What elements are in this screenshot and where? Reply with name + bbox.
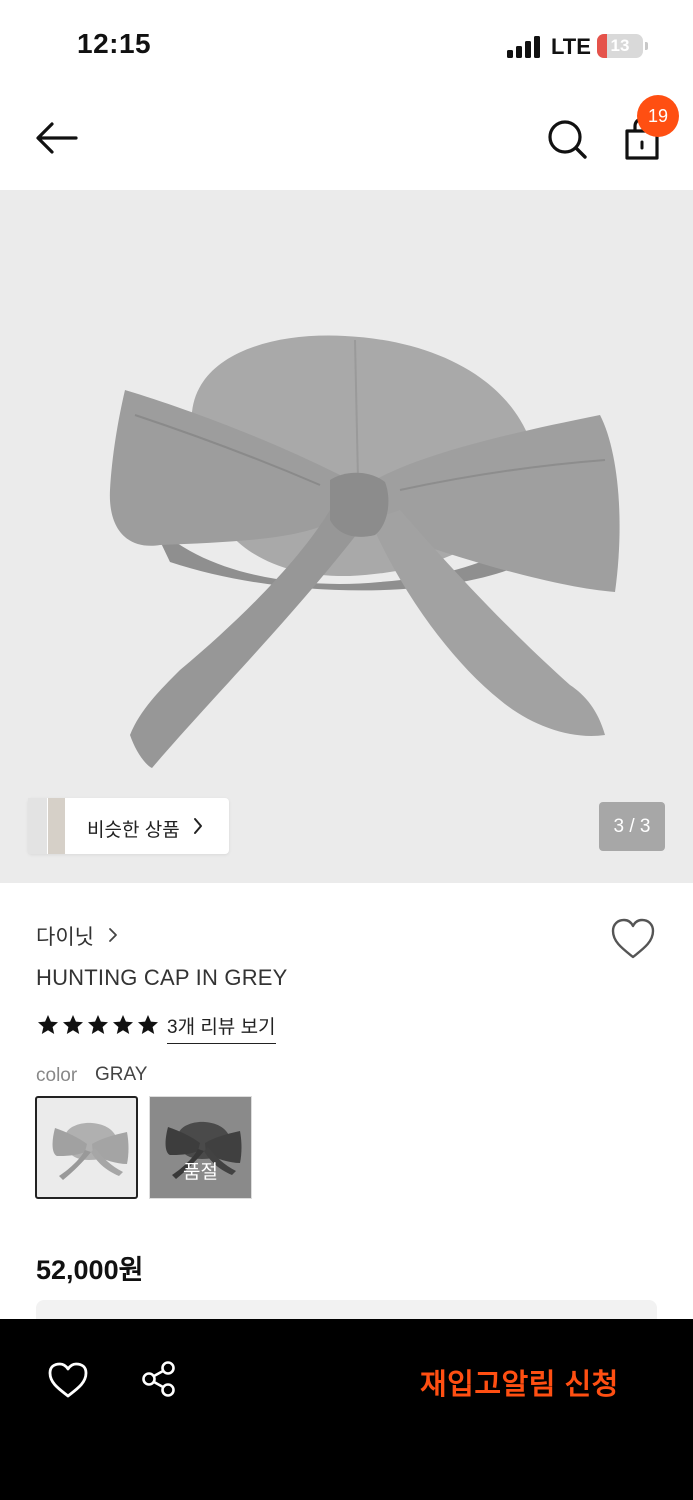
heart-outline-icon (611, 918, 655, 959)
star-icon (88, 1015, 108, 1034)
restock-alert-button[interactable]: 재입고알림 신청 (420, 1361, 619, 1403)
battery-level: 13 (610, 36, 630, 55)
star-icon (113, 1015, 133, 1034)
swatch-image (52, 1122, 129, 1180)
battery-tip (645, 42, 648, 50)
color-swatch-soldout[interactable]: 품절 (149, 1096, 252, 1199)
top-nav (0, 90, 693, 190)
cart-count-badge: 19 (637, 95, 679, 137)
heart-outline-icon (48, 1362, 88, 1398)
chevron-right-icon (109, 928, 117, 942)
sold-out-label: 품절 (183, 1162, 218, 1183)
color-swatch-gray[interactable] (35, 1096, 138, 1199)
view-reviews-link[interactable]: 3개 리뷰 보기 (167, 1012, 276, 1044)
bottom-wishlist-button[interactable] (47, 1361, 89, 1399)
star-icon (63, 1015, 83, 1034)
back-button[interactable] (30, 112, 84, 166)
share-icon (142, 1361, 175, 1397)
star-icon (38, 1015, 58, 1034)
product-price: 52,000원 (36, 1255, 144, 1285)
similar-thumb (28, 798, 48, 854)
battery-icon: 13 (597, 34, 643, 58)
search-button[interactable] (540, 112, 594, 166)
star-rating (36, 1013, 161, 1037)
similar-products-label: 비슷한 상품 (87, 820, 180, 841)
similar-thumb (48, 798, 65, 854)
star-icon (138, 1015, 158, 1034)
search-icon (548, 120, 587, 159)
status-bar: 12:15 LTE 13 (0, 0, 693, 90)
image-page-counter: 3 / 3 (599, 802, 665, 851)
brand-link[interactable]: 다이닛 (36, 921, 94, 951)
status-time: 12:15 (77, 28, 152, 59)
bottom-action-bar: 재입고알림 신청 (0, 1319, 693, 1500)
chevron-right-icon (194, 818, 202, 834)
signal-icon (507, 36, 543, 58)
color-option-value: GRAY (95, 1064, 148, 1085)
similar-products-button[interactable]: 비슷한 상품 (28, 798, 229, 854)
arrow-left-icon (36, 122, 78, 154)
network-label: LTE (551, 34, 591, 59)
share-button[interactable] (139, 1359, 179, 1399)
wishlist-button[interactable] (609, 917, 657, 961)
product-name: HUNTING CAP IN GREY (36, 965, 288, 990)
product-image-gallery[interactable]: 비슷한 상품 3 / 3 (0, 190, 693, 883)
product-image (109, 335, 620, 768)
color-option-label: color (36, 1065, 78, 1086)
